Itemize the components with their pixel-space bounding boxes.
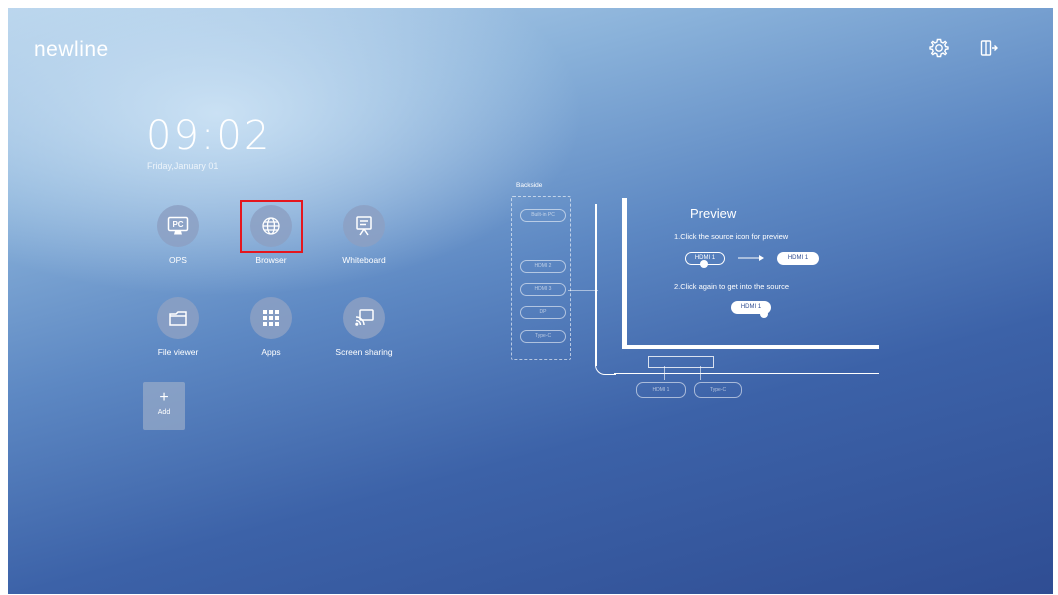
front-port-connector-1 bbox=[664, 366, 665, 380]
front-port-strip bbox=[648, 356, 714, 368]
source-pill-b[interactable]: HDMI 1 bbox=[777, 252, 819, 265]
app-screen-sharing[interactable]: Screen sharing bbox=[318, 297, 410, 357]
exit-icon[interactable] bbox=[978, 37, 1000, 59]
port-hdmi-2[interactable]: HDMI 2 bbox=[520, 260, 566, 273]
whiteboard-icon bbox=[343, 205, 385, 247]
port-built-in-pc[interactable]: Built-in PC bbox=[520, 209, 566, 222]
cast-icon bbox=[343, 297, 385, 339]
backside-title: Backside bbox=[516, 182, 543, 189]
hand-cursor-icon-2 bbox=[760, 310, 768, 318]
clock-time: 09:02 bbox=[146, 113, 272, 159]
grid-icon bbox=[250, 297, 292, 339]
app-label-browser: Browser bbox=[255, 255, 287, 265]
preview-title: Preview bbox=[690, 206, 737, 221]
home-screen: newline 09:02 Friday,January 01 PC OPS B… bbox=[8, 8, 1053, 594]
step-2-text: 2.Click again to get into the source bbox=[674, 282, 790, 291]
app-file-viewer[interactable]: File viewer bbox=[132, 297, 224, 357]
inner-frame-left bbox=[622, 198, 627, 348]
app-ops[interactable]: PC OPS bbox=[132, 205, 224, 265]
add-app-button[interactable]: + Add bbox=[143, 382, 185, 430]
folder-icon bbox=[157, 297, 199, 339]
step-1-text: 1.Click the source icon for preview bbox=[674, 232, 789, 241]
front-port-hdmi-1[interactable]: HDMI 1 bbox=[636, 382, 686, 398]
outer-frame-left bbox=[595, 204, 597, 366]
app-apps[interactable]: Apps bbox=[225, 297, 317, 357]
front-port-type-c[interactable]: Type-C bbox=[694, 382, 742, 398]
clock-date: Friday,January 01 bbox=[147, 161, 219, 171]
app-label-ops: OPS bbox=[169, 255, 187, 265]
port-hdmi-3[interactable]: HDMI 3 bbox=[520, 283, 566, 296]
port-dp[interactable]: DP bbox=[520, 306, 566, 319]
pc-badge-text: PC bbox=[172, 220, 183, 229]
front-port-connector-2 bbox=[700, 366, 701, 380]
app-whiteboard[interactable]: Whiteboard bbox=[318, 205, 410, 265]
outer-frame-bottom bbox=[614, 373, 879, 374]
source-preview-diagram: Backside Built-in PC HDMI 2 HDMI 3 DP Ty… bbox=[504, 178, 879, 398]
app-label-apps: Apps bbox=[261, 347, 281, 357]
app-label-screen-sharing: Screen sharing bbox=[335, 347, 393, 357]
app-label-whiteboard: Whiteboard bbox=[342, 255, 386, 265]
browser-highlight-box bbox=[240, 200, 303, 253]
plus-icon: + bbox=[159, 389, 169, 406]
connector-line bbox=[568, 290, 598, 291]
pc-icon: PC bbox=[157, 205, 199, 247]
hand-cursor-icon bbox=[700, 260, 708, 268]
outer-frame-corner bbox=[595, 348, 616, 375]
arrow-right-icon bbox=[738, 255, 764, 261]
app-label-file-viewer: File viewer bbox=[157, 347, 199, 357]
settings-gear-icon[interactable] bbox=[928, 37, 950, 59]
port-type-c-back[interactable]: Type-C bbox=[520, 330, 566, 343]
newline-logo: newline bbox=[34, 38, 109, 61]
add-label: Add bbox=[157, 409, 171, 416]
inner-frame-bottom bbox=[622, 345, 879, 349]
